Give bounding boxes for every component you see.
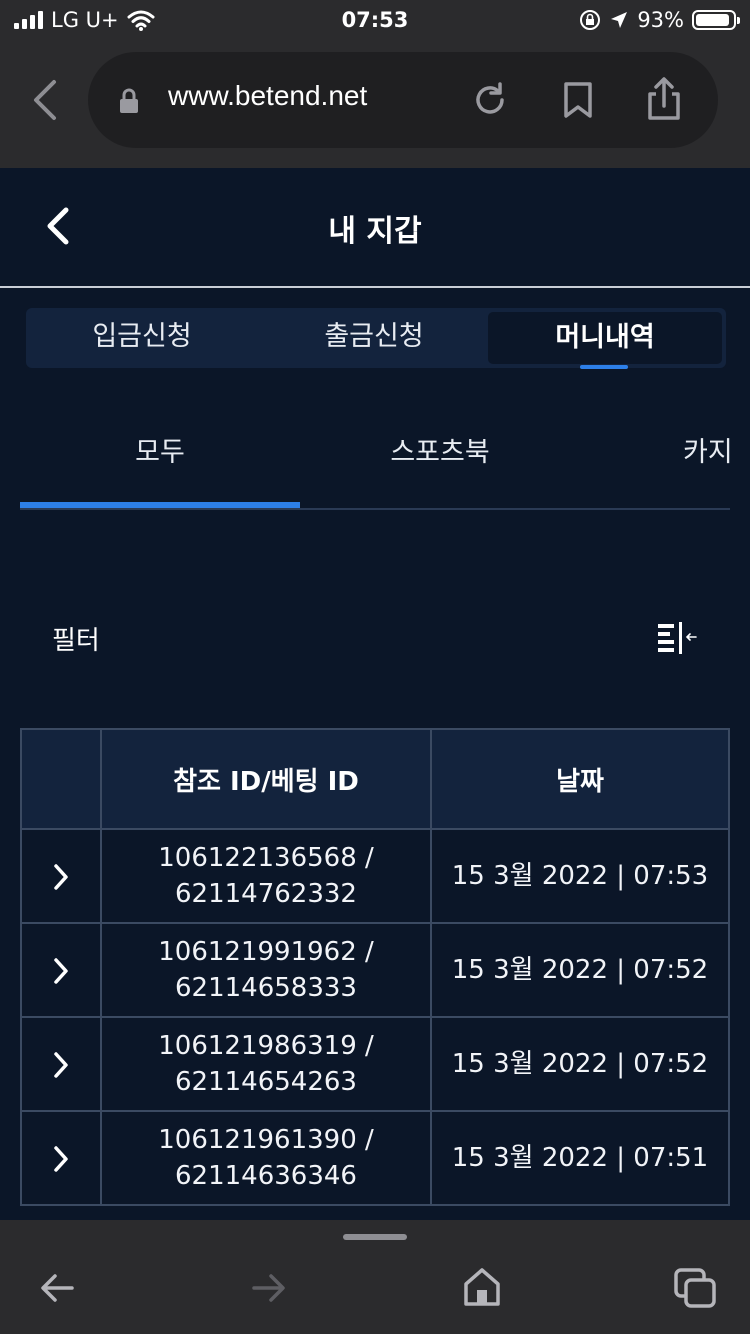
page-title: 내 지갑 xyxy=(328,214,422,249)
bet-id: 62114762332 xyxy=(175,879,357,909)
tab-money-history-label: 머니내역 xyxy=(555,322,655,353)
bet-id: 62114636346 xyxy=(175,1161,357,1191)
table-row[interactable]: 106121991962 / 62114658333 15 3월 2022 | … xyxy=(20,922,730,1018)
expand-cell[interactable] xyxy=(20,1016,102,1112)
expand-cell[interactable] xyxy=(20,922,102,1018)
bet-id: 62114654263 xyxy=(175,1067,357,1097)
toolbar-handle[interactable] xyxy=(343,1234,407,1240)
filter-label: 필터 xyxy=(52,626,100,656)
header-ref-id: 참조 ID/베팅 ID xyxy=(100,728,432,830)
table-row[interactable]: 106122136568 / 62114762332 15 3월 2022 | … xyxy=(20,828,730,924)
tab-deposit[interactable]: 입금신청 xyxy=(26,308,258,368)
bookmark-icon[interactable] xyxy=(560,80,596,120)
browser-back-icon[interactable] xyxy=(28,78,68,122)
chevron-right-icon[interactable] xyxy=(51,1050,71,1080)
table-header-row: 참조 ID/베팅 ID 날짜 xyxy=(20,728,730,830)
location-icon xyxy=(611,12,628,28)
expand-cell[interactable] xyxy=(20,1110,102,1206)
browser-bottom-toolbar xyxy=(0,1220,750,1334)
url-text: www.betend.net xyxy=(168,80,368,111)
filter-toggle-icon[interactable] xyxy=(652,618,702,658)
battery-percent: 93% xyxy=(637,8,684,32)
date-cell: 15 3월 2022 | 07:51 xyxy=(430,1110,730,1206)
table-row[interactable]: 106121986319 / 62114654263 15 3월 2022 | … xyxy=(20,1016,730,1112)
active-subtab-indicator xyxy=(20,502,300,508)
category-tabs: 모두 스포츠북 카지 xyxy=(20,400,730,510)
home-icon[interactable] xyxy=(462,1266,502,1308)
ref-id: 106121986319 / xyxy=(158,1031,374,1061)
expand-cell[interactable] xyxy=(20,828,102,924)
date-cell: 15 3월 2022 | 07:53 xyxy=(430,828,730,924)
ref-id: 106122136568 / xyxy=(158,843,374,873)
share-icon[interactable] xyxy=(644,76,684,122)
ref-id-cell: 106121961390 / 62114636346 xyxy=(100,1110,432,1206)
ref-id-cell: 106121986319 / 62114654263 xyxy=(100,1016,432,1112)
table-row[interactable]: 106121961390 / 62114636346 15 3월 2022 | … xyxy=(20,1110,730,1206)
browser-toolbar: www.betend.net xyxy=(0,44,750,168)
orientation-lock-icon xyxy=(580,10,601,30)
tabs-icon[interactable] xyxy=(672,1266,718,1310)
header-date: 날짜 xyxy=(430,728,730,830)
ref-id-cell: 106122136568 / 62114762332 xyxy=(100,828,432,924)
status-right: 93% xyxy=(579,8,740,32)
reload-icon[interactable] xyxy=(470,80,510,120)
tab-money-history[interactable]: 머니내역 xyxy=(488,312,722,369)
history-table: 참조 ID/베팅 ID 날짜 106122136568 / 6211476233… xyxy=(20,728,730,1206)
app-header: 내 지갑 xyxy=(0,168,750,288)
chevron-right-icon[interactable] xyxy=(51,956,71,986)
lock-icon xyxy=(120,88,138,113)
battery-level xyxy=(696,14,730,26)
battery-icon xyxy=(692,10,740,30)
ref-id-cell: 106121991962 / 62114658333 xyxy=(100,922,432,1018)
date-cell: 15 3월 2022 | 07:52 xyxy=(430,1016,730,1112)
bet-id: 62114658333 xyxy=(175,973,357,1003)
tab-sportsbook[interactable]: 스포츠북 xyxy=(300,430,580,469)
tab-casino[interactable]: 카지 xyxy=(683,430,730,469)
ref-id: 106121961390 / xyxy=(158,1125,374,1155)
date-cell: 15 3월 2022 | 07:52 xyxy=(430,922,730,1018)
status-bar: LG U+ 07:53 93% xyxy=(0,0,750,44)
chevron-right-icon[interactable] xyxy=(51,862,71,892)
tab-withdraw[interactable]: 출금신청 xyxy=(258,308,490,368)
nav-forward-arrow-icon[interactable] xyxy=(250,1268,288,1308)
nav-back-arrow-icon[interactable] xyxy=(38,1268,76,1308)
header-expand-col xyxy=(20,728,102,830)
wallet-tabs: 입금신청 출금신청 머니내역 xyxy=(26,308,726,369)
ref-id: 106121991962 / xyxy=(158,937,374,967)
tab-all[interactable]: 모두 xyxy=(20,430,300,469)
chevron-right-icon[interactable] xyxy=(51,1144,71,1174)
active-tab-underline xyxy=(580,365,628,369)
address-bar[interactable]: www.betend.net xyxy=(88,52,718,148)
